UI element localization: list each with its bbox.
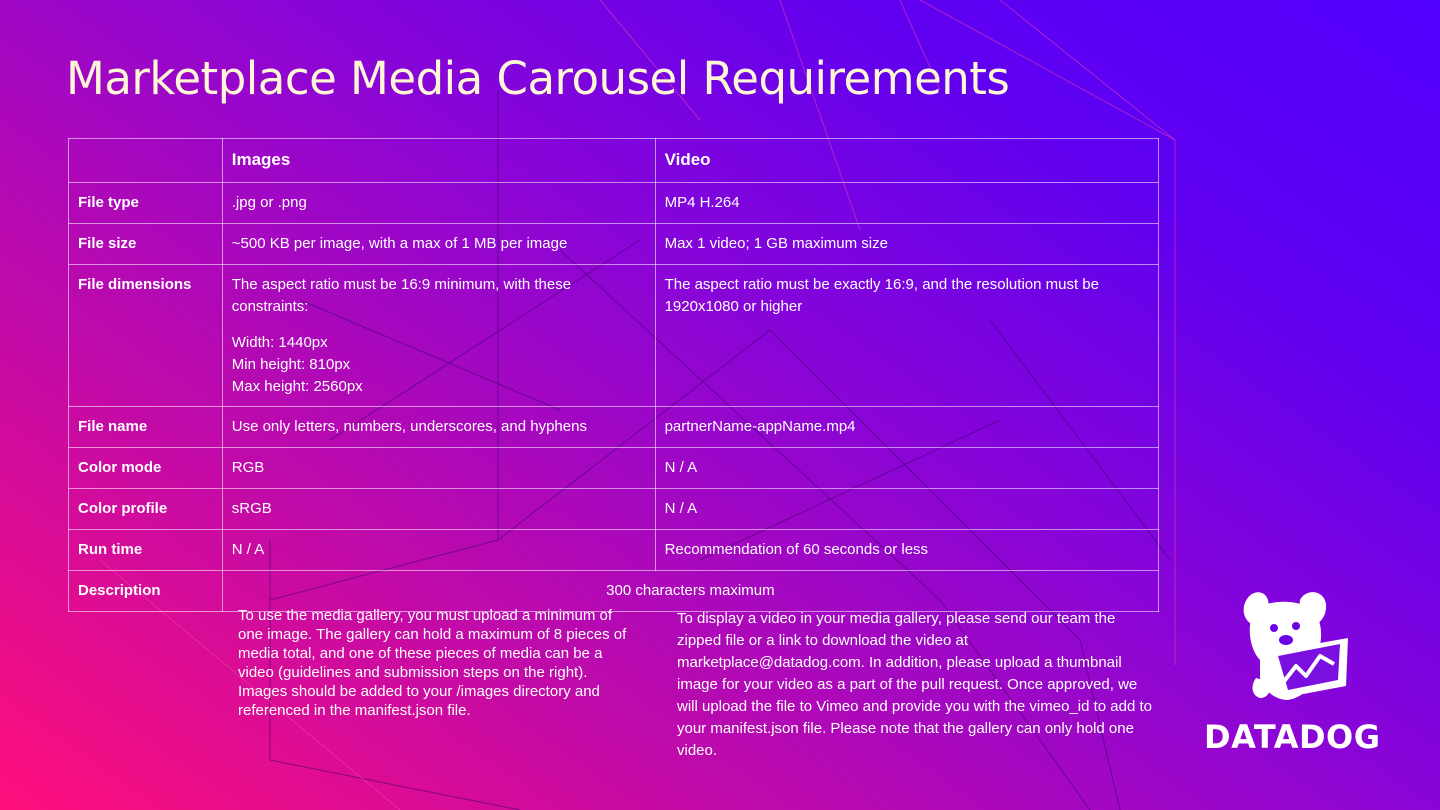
table-row: File type .jpg or .png MP4 H.264	[68, 182, 1160, 224]
datadog-logo: DATADOG	[1204, 586, 1380, 756]
dimensions-intro: The aspect ratio must be 16:9 minimum, w…	[231, 276, 572, 315]
page-title: Marketplace Media Carousel Requirements	[66, 52, 1010, 105]
datadog-dog-icon	[1243, 592, 1348, 700]
row-label: File type	[68, 182, 223, 224]
dimension-min-height: Min height: 810px	[231, 356, 351, 373]
images-note: To use the media gallery, you must uploa…	[238, 607, 627, 719]
row-label: File dimensions	[68, 264, 223, 407]
header-cell-images: Images	[221, 138, 656, 183]
video-cell: The aspect ratio must be exactly 16:9, a…	[654, 264, 1160, 407]
table-row: File size ~500 KB per image, with a max …	[68, 223, 1160, 265]
table-row: File dimensions The aspect ratio must be…	[68, 264, 1160, 407]
table-row: Run time N / A Recommendation of 60 seco…	[68, 529, 1160, 571]
row-label: Color profile	[68, 488, 223, 530]
images-cell: .jpg or .png	[221, 182, 656, 224]
images-cell: N / A	[221, 529, 656, 571]
table-header-row: Images Video	[68, 138, 1160, 183]
video-cell: Recommendation of 60 seconds or less	[654, 529, 1160, 571]
header-cell-empty	[68, 138, 223, 183]
header-cell-video: Video	[654, 138, 1160, 183]
table-row: File name Use only letters, numbers, und…	[68, 406, 1160, 448]
dimension-max-height: Max height: 2560px	[231, 378, 363, 395]
video-cell: partnerName-appName.mp4	[654, 406, 1160, 448]
video-cell: N / A	[654, 447, 1160, 489]
images-cell: sRGB	[221, 488, 656, 530]
requirements-table: Images Video File type .jpg or .png MP4 …	[68, 138, 1160, 612]
table-row: Color mode RGB N / A	[68, 447, 1160, 489]
images-cell: The aspect ratio must be 16:9 minimum, w…	[221, 264, 656, 407]
dimension-width: Width: 1440px	[231, 334, 328, 351]
row-label: File size	[68, 223, 223, 265]
row-label: Color mode	[68, 447, 223, 489]
table-row: Color profile sRGB N / A	[68, 488, 1160, 530]
video-cell: N / A	[654, 488, 1160, 530]
video-cell: MP4 H.264	[654, 182, 1160, 224]
row-label: Description	[68, 570, 223, 612]
images-cell: ~500 KB per image, with a max of 1 MB pe…	[221, 223, 656, 265]
video-cell: Max 1 video; 1 GB maximum size	[654, 223, 1160, 265]
row-label: Run time	[68, 529, 223, 571]
row-label: File name	[68, 406, 223, 448]
images-cell: Use only letters, numbers, underscores, …	[221, 406, 656, 448]
images-cell: RGB	[221, 447, 656, 489]
datadog-wordmark: DATADOG	[1204, 718, 1381, 756]
video-note: To display a video in your media gallery…	[677, 610, 1153, 759]
